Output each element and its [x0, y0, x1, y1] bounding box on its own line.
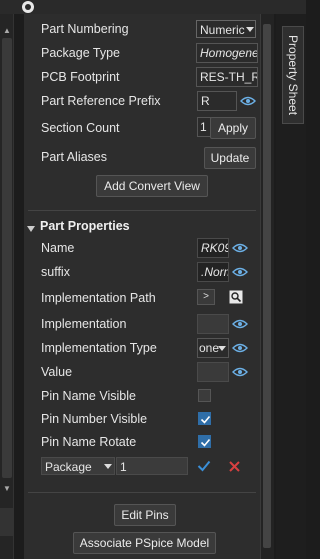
- pin-name-visible-label: Pin Name Visible: [41, 389, 136, 403]
- apply-button[interactable]: Apply: [210, 117, 256, 139]
- check-icon: [200, 415, 211, 424]
- section-divider: [28, 492, 256, 493]
- right-scroll-thumb[interactable]: [263, 24, 271, 548]
- left-scroll-thumb[interactable]: [2, 38, 12, 478]
- implementation-path-browse-button[interactable]: >: [197, 289, 215, 305]
- part-numbering-value: Numeric: [200, 23, 245, 37]
- check-icon[interactable]: [197, 459, 211, 473]
- pin-name-visible-checkbox[interactable]: [198, 389, 211, 402]
- part-numbering-label: Part Numbering: [41, 22, 129, 36]
- value-label: Value: [41, 365, 73, 379]
- edit-pins-button[interactable]: Edit Pins: [114, 504, 176, 526]
- top-bar: [0, 0, 306, 14]
- implementation-type-value: one: [199, 341, 220, 355]
- tab-property-sheet[interactable]: Property Sheet: [282, 26, 304, 124]
- suffix-label: suffix: [41, 265, 70, 279]
- new-property-value-field[interactable]: 1: [116, 457, 188, 475]
- pcb-footprint-field[interactable]: RES-TH_RK: [196, 67, 258, 87]
- check-icon: [200, 438, 211, 447]
- tab-property-sheet-label: Property Sheet: [286, 34, 300, 116]
- update-button[interactable]: Update: [204, 147, 256, 169]
- section-count-label: Section Count: [41, 121, 120, 135]
- eye-icon[interactable]: [232, 243, 248, 253]
- pin-name-rotate-checkbox[interactable]: [198, 435, 211, 448]
- eye-icon[interactable]: [240, 96, 256, 106]
- left-bottom-bar: [0, 508, 14, 536]
- implementation-label: Implementation: [41, 317, 127, 331]
- part-reference-prefix-label: Part Reference Prefix: [41, 94, 161, 108]
- implementation-path-label: Implementation Path: [41, 291, 156, 305]
- package-type-label: Package Type: [41, 46, 120, 60]
- search-icon[interactable]: [229, 290, 243, 304]
- pin-number-visible-checkbox[interactable]: [198, 412, 211, 425]
- part-properties-title: Part Properties: [40, 219, 130, 233]
- chevron-down-icon: [218, 346, 226, 351]
- part-reference-prefix-field[interactable]: R: [197, 91, 237, 111]
- pcb-footprint-label: PCB Footprint: [41, 70, 120, 84]
- chevron-down-icon: [246, 27, 254, 32]
- section-divider: [28, 210, 256, 211]
- value-field[interactable]: [197, 362, 229, 382]
- cross-icon[interactable]: [228, 460, 241, 473]
- eye-icon[interactable]: [232, 267, 248, 277]
- chevron-down-icon[interactable]: [27, 226, 35, 232]
- name-field[interactable]: RK09: [197, 238, 229, 258]
- eye-icon[interactable]: [232, 367, 248, 377]
- chevron-down-icon: [104, 464, 112, 469]
- pin-icon[interactable]: [22, 1, 34, 13]
- associate-pspice-model-button[interactable]: Associate PSpice Model: [73, 532, 216, 554]
- part-aliases-label: Part Aliases: [41, 150, 108, 164]
- name-label: Name: [41, 241, 75, 255]
- pin-number-visible-label: Pin Number Visible: [41, 412, 148, 426]
- package-type-field[interactable]: Homogeneous: [196, 43, 258, 63]
- eye-icon[interactable]: [232, 319, 248, 329]
- section-count-field[interactable]: 1: [197, 117, 211, 137]
- suffix-field[interactable]: .Norm: [197, 262, 229, 282]
- implementation-type-label: Implementation Type: [41, 341, 157, 355]
- pin-name-rotate-label: Pin Name Rotate: [41, 435, 137, 449]
- add-convert-view-button[interactable]: Add Convert View: [96, 175, 208, 197]
- eye-icon[interactable]: [232, 343, 248, 353]
- implementation-field[interactable]: [197, 314, 229, 334]
- scroll-up-icon[interactable]: ▲: [2, 26, 12, 36]
- new-property-key-value: Package: [45, 460, 92, 474]
- scroll-down-icon[interactable]: ▼: [2, 484, 12, 494]
